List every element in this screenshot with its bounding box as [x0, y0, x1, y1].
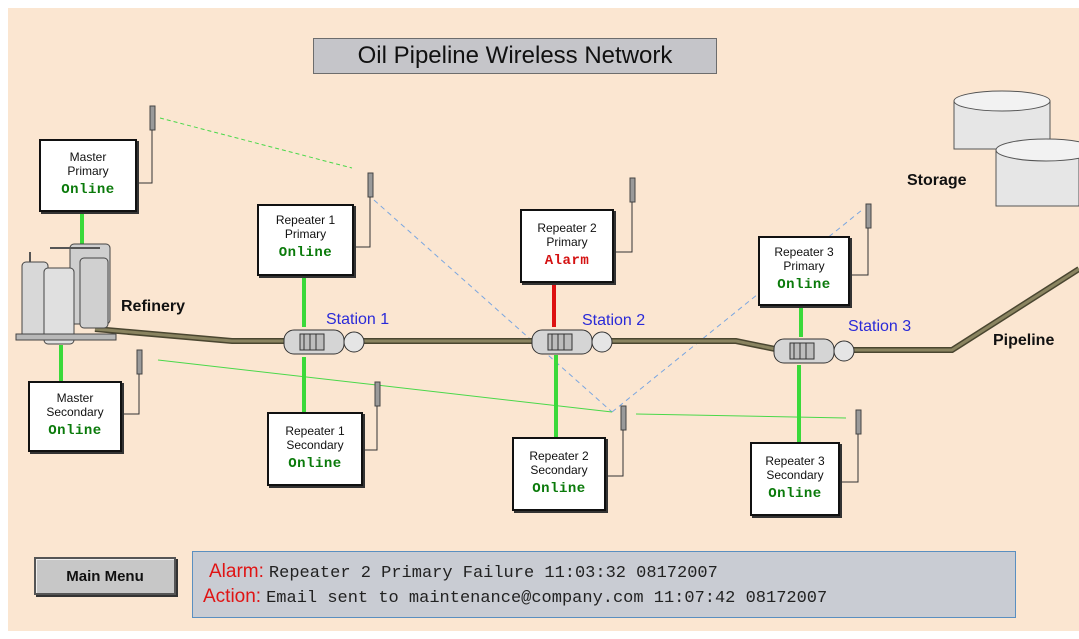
status-badge: Online: [777, 277, 831, 293]
node-role: Primary: [783, 259, 825, 273]
alarm-message-panel: Alarm: Repeater 2 Primary Failure 11:03:…: [192, 551, 1016, 618]
wireless-link: [157, 359, 613, 413]
node-name: Master: [69, 150, 107, 164]
action-line: Action: Email sent to maintenance@compan…: [203, 586, 827, 608]
page-title: Oil Pipeline Wireless Network: [313, 38, 717, 74]
status-badge: Online: [278, 245, 333, 261]
alarm-line: Alarm: Repeater 2 Primary Failure 11:03:…: [209, 561, 718, 583]
action-text: Email sent to maintenance@company.com 11…: [266, 589, 828, 608]
alarm-key: Alarm:: [209, 561, 264, 582]
node-master-secondary[interactable]: Master Secondary Online: [28, 381, 122, 452]
node-name: Master: [56, 391, 94, 405]
wireless-link: [159, 117, 353, 169]
node-role: Secondary: [766, 468, 824, 482]
network-diagram: [15, 90, 1079, 483]
wireless-link: [635, 413, 847, 419]
node-role: Primary: [67, 164, 109, 178]
alarm-text: Repeater 2 Primary Failure 11:03:32 0817…: [268, 564, 718, 583]
action-key: Action:: [203, 586, 262, 607]
storage-tank-icon: [953, 90, 1079, 207]
status-badge: Online: [768, 486, 822, 502]
station2-label: Station 2: [582, 312, 646, 329]
node-role: Secondary: [286, 438, 344, 452]
status-badge: Alarm: [544, 253, 590, 269]
pipeline-label: Pipeline: [993, 332, 1055, 349]
node-name: Repeater 1: [285, 424, 345, 438]
storage-label: Storage: [907, 172, 967, 189]
node-repeater2-primary[interactable]: Repeater 2 Primary Alarm: [520, 209, 614, 283]
status-badge: Online: [532, 481, 586, 497]
node-name: Repeater 2: [529, 449, 589, 463]
node-role: Secondary: [530, 463, 588, 477]
main-menu-button[interactable]: Main Menu: [34, 557, 176, 595]
node-role: Primary: [284, 227, 327, 241]
node-name: Repeater 3: [774, 245, 834, 259]
refinery-label: Refinery: [121, 298, 186, 315]
node-repeater1-primary[interactable]: Repeater 1 Primary Online: [257, 204, 354, 276]
node-role: Primary: [546, 235, 588, 249]
node-repeater2-secondary[interactable]: Repeater 2 Secondary Online: [512, 437, 606, 511]
station1-label: Station 1: [326, 311, 390, 328]
node-master-primary[interactable]: Master Primary Online: [39, 139, 137, 212]
status-badge: Online: [61, 182, 115, 198]
node-repeater3-secondary[interactable]: Repeater 3 Secondary Online: [750, 442, 840, 516]
node-repeater1-secondary[interactable]: Repeater 1 Secondary Online: [267, 412, 363, 486]
status-badge: Online: [48, 423, 102, 439]
node-name: Repeater 3: [765, 454, 825, 468]
node-name: Repeater 2: [537, 221, 597, 235]
node-links: [59, 212, 803, 442]
status-badge: Online: [288, 456, 342, 472]
node-role: Secondary: [46, 405, 104, 419]
station3-label: Station 3: [848, 318, 912, 335]
node-repeater3-primary[interactable]: Repeater 3 Primary Online: [758, 236, 850, 306]
node-name: Repeater 1: [275, 213, 336, 227]
